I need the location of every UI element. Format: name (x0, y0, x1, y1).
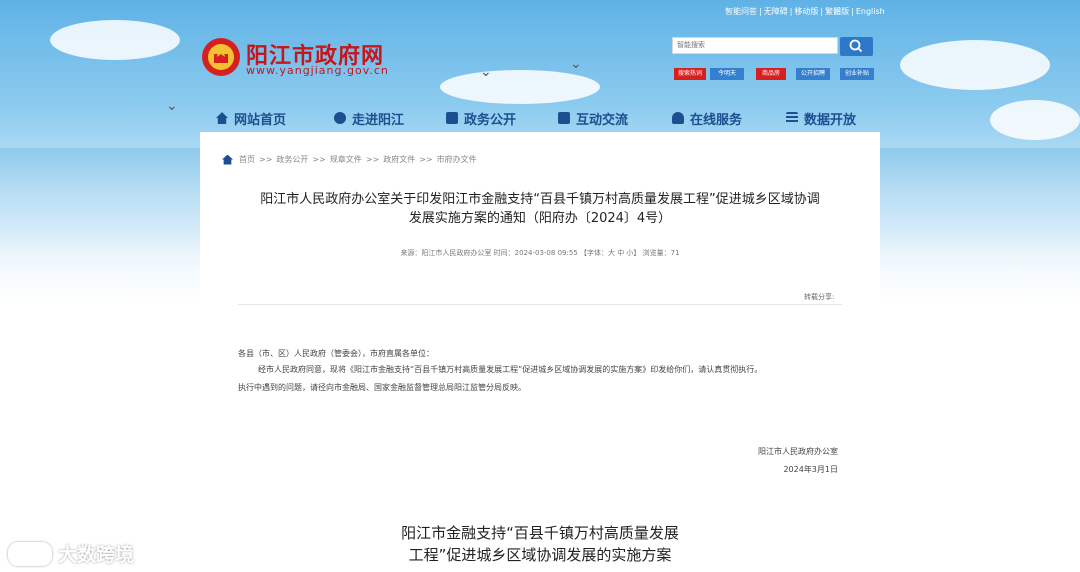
nav-item-home[interactable]: 网站首页 (216, 108, 286, 128)
home-icon (222, 154, 233, 165)
article-paragraph: 执行中遇到的问题，请径向市金融局、国家金融监督管理总局阳江监管分局反映。 (238, 383, 526, 392)
article-subtitle-line: 工程”促进城乡区域协调发展的实施方案 (408, 546, 672, 564)
nav-item-about[interactable]: 走进阳江 (334, 108, 404, 128)
nav-label: 网站首页 (234, 112, 287, 128)
article-meta: 来源：阳江市人民政府办公室 时间：2024-03-08 09:55 【字体：大 … (400, 249, 680, 257)
breadcrumb-item[interactable]: 首页 (239, 154, 255, 165)
breadcrumb-item[interactable]: 规章文件 (330, 154, 362, 165)
breadcrumb-item[interactable]: 市府办文件 (437, 154, 477, 165)
watermark-logo-icon (8, 541, 52, 566)
top-links-bar: 智能问答 | 无障碍 | 移动版 | 繁體版 | English (724, 6, 886, 17)
site-domain: www.yangjiang.gov.cn (246, 64, 389, 77)
article-paragraph: 经市人民政府同意，现将《阳江市金融支持“百县千镇万村高质量发展工程”促进城乡区域… (258, 365, 763, 374)
article-subtitle: 阳江市金融支持“百县千镇万村高质量发展 工程”促进城乡区域协调发展的实施方案 (340, 522, 740, 566)
nav-label: 走进阳江 (352, 112, 405, 128)
search-button[interactable] (840, 37, 873, 56)
search-input[interactable] (672, 37, 838, 54)
list-icon (786, 112, 798, 124)
cloud-decoration (440, 70, 600, 104)
seagull-icon: ⌄ (166, 98, 178, 114)
breadcrumb: 首页 >> 政务公开 >> 规章文件 >> 政府文件 >> 市府办文件 (222, 154, 477, 165)
breadcrumb-item[interactable]: 政府文件 (383, 154, 415, 165)
link-mobile[interactable]: 移动版 (793, 7, 819, 16)
breadcrumb-separator: >> (419, 155, 433, 164)
hot-keyword-tag[interactable]: 公开招聘 (796, 68, 830, 80)
people-icon (672, 112, 684, 124)
article-date: 2024年3月1日 (783, 465, 838, 474)
nav-label: 在线服务 (690, 112, 743, 128)
bird-icon (334, 112, 346, 124)
article-subtitle-line: 阳江市金融支持“百县千镇万村高质量发展 (401, 524, 679, 542)
link-english[interactable]: English (855, 7, 886, 16)
search-icon (849, 39, 863, 53)
cloud-decoration (990, 100, 1080, 140)
nav-item-gov-affairs[interactable]: 政务公开 (446, 108, 516, 128)
article-title-line: 阳江市人民政府办公室关于印发阳江市金融支持“百县千镇万村高质量发展工程”促进城乡… (260, 192, 820, 207)
hot-keywords-label: 搜索热词 (674, 68, 706, 80)
content-panel: 首页 >> 政务公开 >> 规章文件 >> 政府文件 >> 市府办文件 阳江市人… (200, 132, 880, 572)
divider (238, 304, 842, 305)
book-icon (558, 112, 570, 124)
hot-keyword-tag[interactable]: 今明天 (710, 68, 744, 80)
watermark-text: 大数跨境 (58, 544, 135, 566)
seagull-icon: ⌄ (480, 64, 492, 80)
national-emblem-icon[interactable] (200, 36, 242, 78)
breadcrumb-separator: >> (365, 155, 380, 164)
link-accessibility[interactable]: 无障碍 (763, 7, 789, 16)
nav-item-interaction[interactable]: 互动交流 (558, 108, 628, 128)
nav-label: 政务公开 (464, 112, 517, 128)
share-label[interactable]: 转载分享: (804, 292, 834, 302)
article-title-line: 发展实施方案的通知（阳府办〔2024〕4号） (408, 211, 672, 226)
hot-keyword-tag[interactable]: 创业补贴 (840, 68, 874, 80)
separator: | (759, 7, 762, 16)
cloud-decoration (50, 20, 180, 60)
breadcrumb-separator: >> (259, 155, 273, 164)
main-nav: 网站首页 走进阳江 政务公开 互动交流 在线服务 数据开放 (216, 108, 876, 128)
hot-keyword-tag[interactable]: 商品房 (756, 68, 786, 80)
nav-item-online-service[interactable]: 在线服务 (672, 108, 742, 128)
breadcrumb-separator: >> (312, 155, 326, 164)
link-traditional[interactable]: 繁體版 (824, 7, 850, 16)
nav-label: 互动交流 (576, 112, 629, 128)
watermark: 大数跨境 (8, 540, 134, 567)
link-smart-qa[interactable]: 智能问答 (724, 7, 758, 16)
document-icon (446, 112, 458, 124)
seagull-icon: ⌄ (570, 56, 582, 72)
cloud-decoration (900, 40, 1050, 90)
article-signature: 阳江市人民政府办公室 (758, 447, 838, 456)
article-title: 阳江市人民政府办公室关于印发阳江市金融支持“百县千镇万村高质量发展工程”促进城乡… (238, 190, 842, 228)
nav-label: 数据开放 (804, 112, 857, 128)
breadcrumb-item[interactable]: 政务公开 (276, 154, 308, 165)
nav-item-open-data[interactable]: 数据开放 (786, 108, 856, 128)
home-icon (216, 112, 228, 124)
